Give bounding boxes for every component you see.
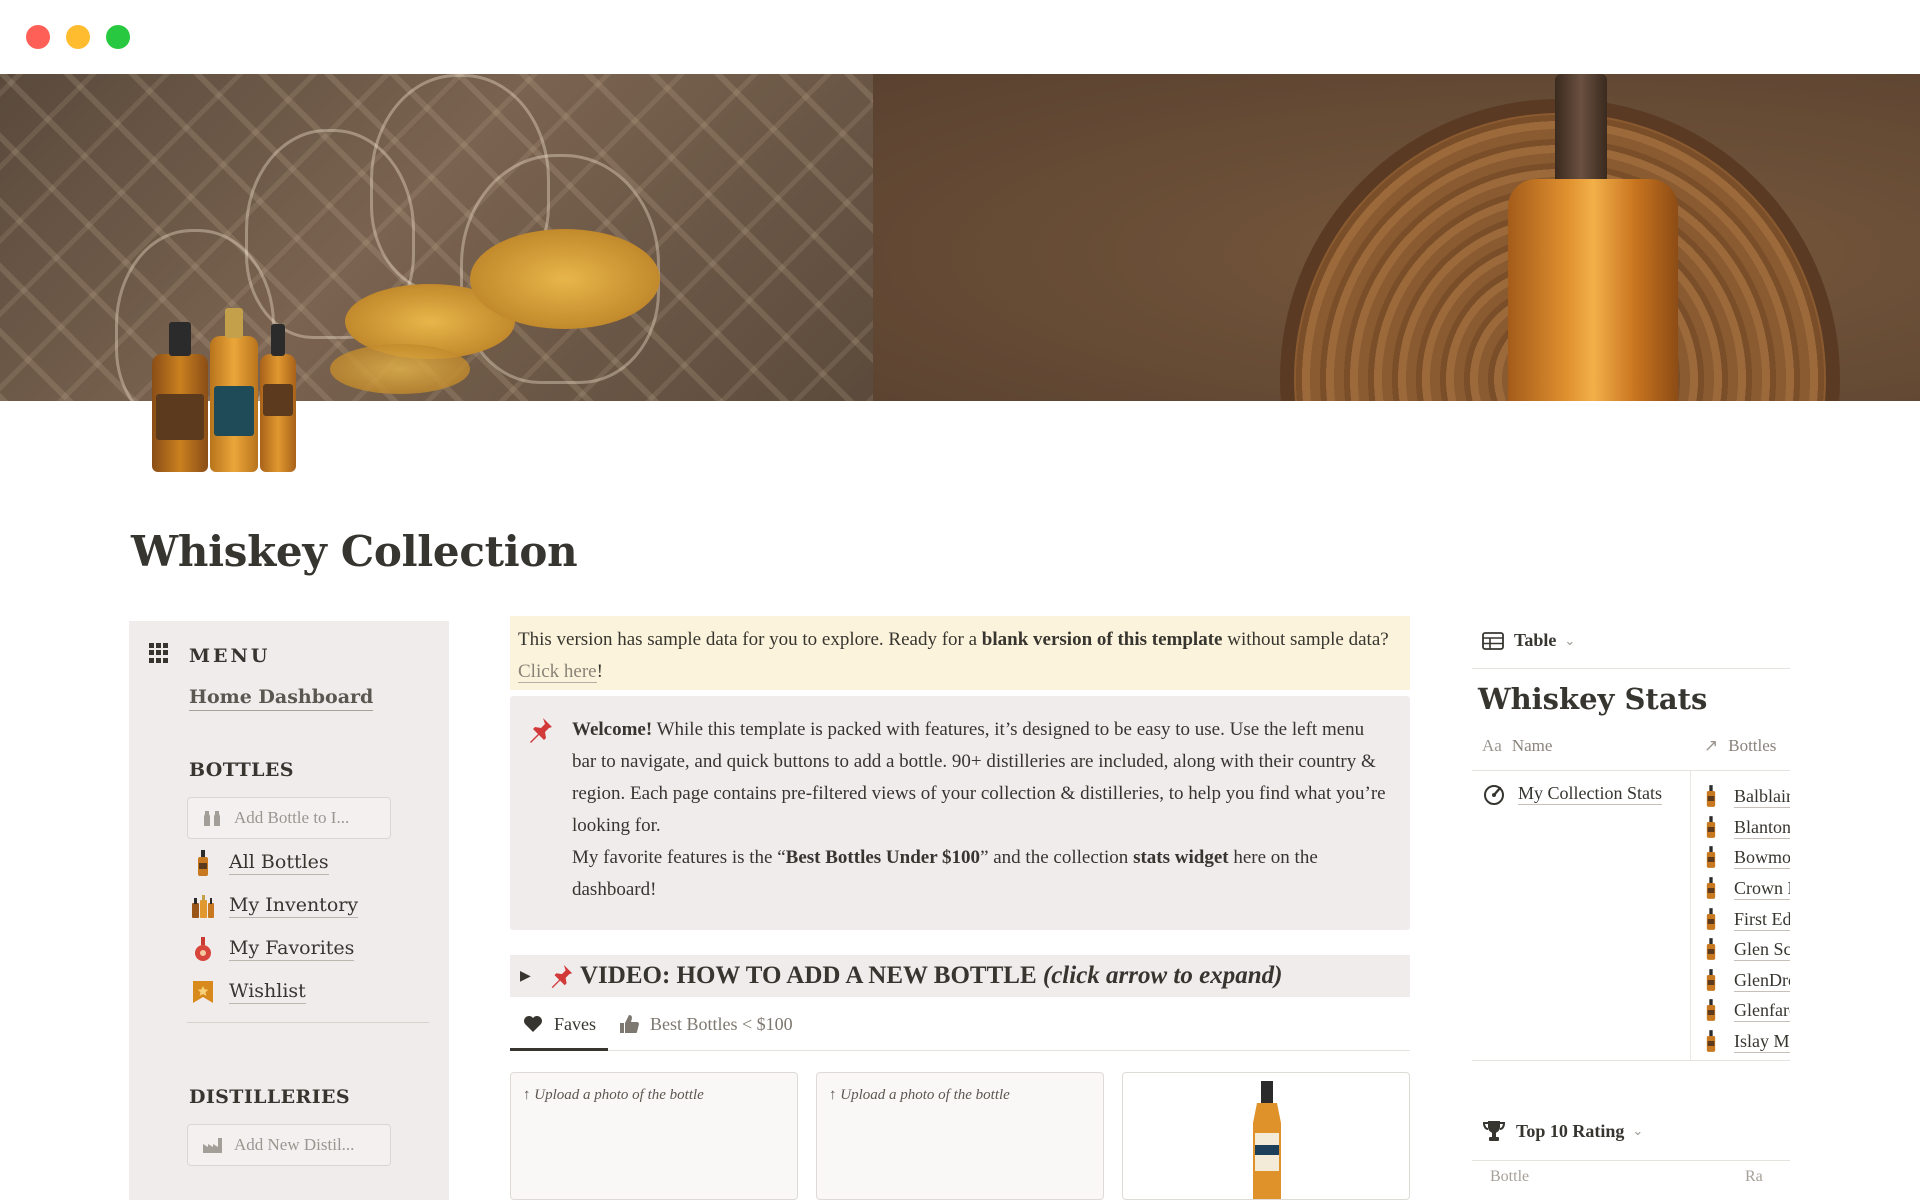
nav-item-wishlist[interactable]: Wishlist	[191, 979, 306, 1005]
bottle-relation-item[interactable]: Balblair	[1706, 782, 1790, 813]
video-toggle[interactable]: ▶ VIDEO: HOW TO ADD A NEW BOTTLE (click …	[510, 955, 1410, 997]
chevron-down-icon: ⌄	[1632, 1123, 1644, 1138]
distilleries-heading: DISTILLERIES	[189, 1086, 350, 1108]
click-here-link[interactable]: Click here	[518, 661, 597, 683]
gallery-card[interactable]	[1122, 1072, 1410, 1200]
bottle-icon	[1706, 938, 1718, 962]
collection-stats-row[interactable]: My Collection Stats	[1482, 782, 1662, 806]
add-bottle-icon	[202, 809, 224, 827]
gallery-tabs: Faves Best Bottles < $100	[510, 1005, 1410, 1051]
nav-item-all-bottles[interactable]: All Bottles	[191, 850, 329, 876]
bottle-icon	[1706, 816, 1718, 840]
toggle-arrow-icon[interactable]: ▶	[520, 968, 536, 985]
upload-photo-hint[interactable]: ↑ Upload a photo of the bottle	[829, 1087, 1010, 1104]
table-icon	[1482, 631, 1504, 650]
bottle-icon	[1706, 846, 1718, 870]
bottle-relation-item[interactable]: Islay Mist	[1706, 1027, 1790, 1058]
bottle-photo	[1253, 1081, 1281, 1199]
related-bottles-list: Balblair Blanton's Bowmore Crown Royal F…	[1706, 782, 1790, 1057]
text-property-icon: Aa	[1482, 736, 1502, 755]
menu-panel: MENU Home Dashboard BOTTLES Add Bottle t…	[129, 621, 449, 1200]
tab-best-bottles[interactable]: Best Bottles < $100	[618, 1013, 793, 1035]
bottle-icon	[191, 850, 215, 876]
bottle-icon	[1706, 999, 1718, 1023]
stats-view-switcher[interactable]: Table ⌄	[1482, 630, 1575, 651]
relation-arrow-icon: ↗	[1704, 736, 1719, 755]
stats-title: Whiskey Stats	[1478, 682, 1708, 716]
cover-glasses-photo	[0, 74, 873, 401]
home-dashboard-link[interactable]: Home Dashboard	[189, 686, 374, 711]
bottle-icon	[1706, 969, 1718, 993]
page-title: Whiskey Collection	[131, 527, 578, 576]
bottles-group-icon	[191, 893, 215, 919]
sample-data-notice: This version has sample data for you to …	[510, 616, 1410, 690]
rating-view-switcher[interactable]: Top 10 Rating ⌄	[1482, 1120, 1643, 1142]
bottle-relation-item[interactable]: Glenfarclas	[1706, 996, 1790, 1027]
chevron-down-icon: ⌄	[1564, 632, 1576, 648]
window-zoom-button[interactable]	[106, 25, 130, 49]
page-icon[interactable]	[148, 300, 300, 472]
gallery-card[interactable]: ↑ Upload a photo of the bottle	[816, 1072, 1104, 1200]
nav-item-my-favorites[interactable]: My Favorites	[191, 936, 355, 962]
menu-title: MENU	[189, 645, 271, 667]
bottle-icon	[1706, 877, 1718, 901]
bottle-icon	[1706, 785, 1718, 809]
grid-icon	[149, 643, 169, 663]
bookmark-icon	[191, 979, 215, 1005]
factory-icon	[202, 1136, 224, 1154]
bottle-relation-item[interactable]: GlenDronach	[1706, 966, 1790, 997]
welcome-callout: Welcome! While this template is packed w…	[510, 696, 1410, 930]
thumbs-up-icon	[618, 1013, 640, 1035]
nav-item-my-inventory[interactable]: My Inventory	[191, 893, 359, 919]
trophy-icon	[1482, 1120, 1506, 1142]
window-close-button[interactable]	[26, 25, 50, 49]
window-titlebar	[0, 0, 1920, 74]
gallery-card[interactable]: ↑ Upload a photo of the bottle	[510, 1072, 798, 1200]
bottles-heading: BOTTLES	[189, 759, 294, 781]
bottle-icon	[1706, 1030, 1718, 1054]
upload-photo-hint[interactable]: ↑ Upload a photo of the bottle	[523, 1087, 704, 1104]
bottle-relation-item[interactable]: Bowmore	[1706, 843, 1790, 874]
pushpin-icon	[526, 716, 554, 744]
bottle-relation-item[interactable]: Blanton's	[1706, 813, 1790, 844]
window-minimize-button[interactable]	[66, 25, 90, 49]
column-header-name[interactable]: Aa Name	[1482, 736, 1552, 756]
gauge-icon	[1482, 782, 1506, 806]
column-header-rating[interactable]: Ra	[1745, 1168, 1763, 1186]
column-header-bottle[interactable]: Bottle	[1490, 1168, 1529, 1186]
favorite-bottle-icon	[191, 936, 215, 962]
pushpin-icon	[548, 963, 574, 989]
bottle-relation-item[interactable]: First Edition	[1706, 904, 1790, 935]
active-tab-indicator	[510, 1048, 608, 1051]
bottle-relation-item[interactable]: Glen Scotia	[1706, 935, 1790, 966]
bottle-relation-item[interactable]: Crown Royal	[1706, 874, 1790, 905]
add-distillery-button[interactable]: Add New Distil...	[187, 1124, 391, 1166]
column-header-bottles[interactable]: ↗ Bottles	[1704, 736, 1776, 756]
bottle-icon	[1706, 907, 1718, 932]
tab-faves[interactable]: Faves	[522, 1013, 596, 1035]
add-bottle-button[interactable]: Add Bottle to I...	[187, 797, 391, 839]
heart-icon	[522, 1013, 544, 1035]
menu-divider	[187, 1022, 429, 1023]
